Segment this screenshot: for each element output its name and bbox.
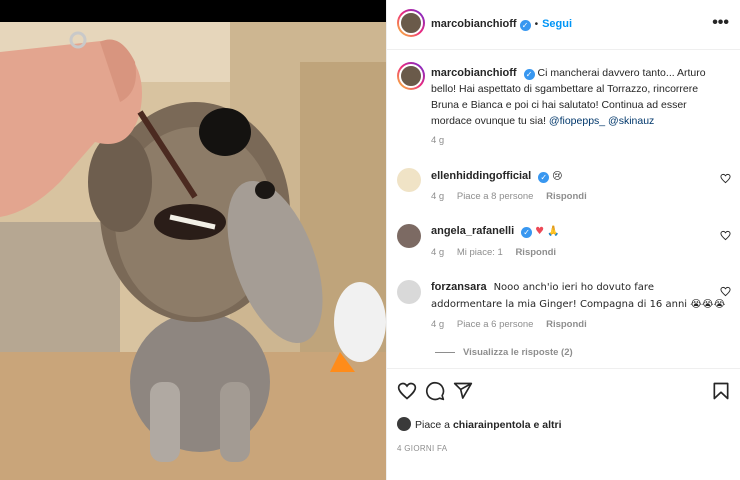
- post-timestamp: 4 GIORNI FA: [397, 444, 448, 453]
- comment-body: 😢: [552, 171, 563, 182]
- post-header: marcobianchioff ✓ • Segui •••: [387, 0, 740, 50]
- comment-username[interactable]: forzansara: [431, 281, 487, 293]
- comment-age: 4 g: [431, 191, 445, 202]
- comment-text: ellenhiddingofficial ✓ 😢: [431, 168, 727, 185]
- comment-meta: 4 g Piace a 6 persone Rispondi: [431, 319, 597, 330]
- comment-likes[interactable]: Mi piace: 1: [457, 247, 503, 258]
- comment-likes[interactable]: Piace a 6 persone: [457, 319, 534, 330]
- reply-button[interactable]: Rispondi: [546, 319, 587, 330]
- caption-meta: 4 g: [431, 135, 454, 146]
- caption-username[interactable]: marcobianchioff: [431, 67, 517, 79]
- liker-username[interactable]: chiarainpentola: [453, 419, 531, 431]
- post-photo[interactable]: [0, 22, 386, 480]
- likes-prefix: Piace a: [415, 419, 453, 431]
- verified-badge-icon: ✓: [538, 172, 550, 183]
- view-replies-button[interactable]: Visualizza le risposte (2): [435, 347, 573, 358]
- author-avatar[interactable]: [397, 9, 425, 37]
- caption-text: marcobianchioff ✓ Ci mancherai davvero ta…: [431, 65, 727, 129]
- follow-button[interactable]: Segui: [542, 18, 572, 30]
- commenter-avatar[interactable]: [397, 280, 421, 304]
- comment-meta: 4 g Mi piace: 1 Rispondi: [431, 247, 566, 258]
- comment-username[interactable]: angela_rafanelli: [431, 225, 514, 237]
- likes-suffix[interactable]: e altri: [531, 419, 561, 431]
- verified-badge-icon: ✓: [521, 227, 533, 238]
- save-bookmark-icon[interactable]: [711, 381, 731, 401]
- verified-badge-icon: ✓: [523, 69, 535, 80]
- photo-top-bar: [0, 0, 386, 22]
- comment-likes[interactable]: Piace a 8 persone: [457, 191, 534, 202]
- like-heart-icon[interactable]: [397, 381, 417, 401]
- like-comment-heart-icon[interactable]: [720, 286, 731, 297]
- mention-link[interactable]: @fiopepps_: [549, 115, 605, 127]
- author-username[interactable]: marcobianchioff: [431, 18, 517, 30]
- likes-summary[interactable]: Piace a chiarainpentola e altri: [397, 417, 562, 431]
- commenter-avatar[interactable]: [397, 168, 421, 192]
- like-comment-heart-icon[interactable]: [720, 230, 731, 241]
- caption-age: 4 g: [431, 135, 445, 146]
- comment-age: 4 g: [431, 247, 445, 258]
- comment-age: 4 g: [431, 319, 445, 330]
- reply-button[interactable]: Rispondi: [515, 247, 556, 258]
- liker-avatar: [397, 417, 411, 431]
- comments-list[interactable]: marcobianchioff ✓ Ci mancherai davvero ta…: [387, 51, 740, 368]
- comment-meta: 4 g Piace a 8 persone Rispondi: [431, 191, 597, 202]
- comment-icon[interactable]: [425, 381, 445, 401]
- comment-username[interactable]: ellenhiddingofficial: [431, 170, 531, 182]
- replies-divider: [435, 351, 455, 353]
- view-replies-label: Visualizza le risposte (2): [463, 347, 573, 358]
- more-options-icon[interactable]: •••: [712, 14, 729, 32]
- like-comment-heart-icon[interactable]: [720, 173, 731, 184]
- dog-photo-illustration: [0, 22, 386, 480]
- commenter-avatar[interactable]: [397, 224, 421, 248]
- author-line: marcobianchioff ✓ • Segui: [431, 18, 572, 31]
- post-detail-pane: marcobianchioff ✓ • Segui ••• marcobianchio…: [386, 0, 740, 480]
- share-icon[interactable]: [453, 381, 473, 401]
- comment-body: ♥ 🙏: [535, 226, 560, 237]
- caption-avatar[interactable]: [397, 62, 425, 90]
- mention-link[interactable]: @skinauz: [608, 115, 654, 127]
- verified-badge-icon: ✓: [519, 20, 531, 31]
- reply-button[interactable]: Rispondi: [546, 191, 587, 202]
- separator-dot: •: [534, 19, 539, 30]
- post-actions: Piace a chiarainpentola e altri 4 GIORNI…: [387, 368, 740, 480]
- comment-text: forzansara Nooo anch'io ieri ho dovuto f…: [431, 279, 727, 313]
- comment-text: angela_rafanelli ✓ ♥ 🙏: [431, 223, 727, 240]
